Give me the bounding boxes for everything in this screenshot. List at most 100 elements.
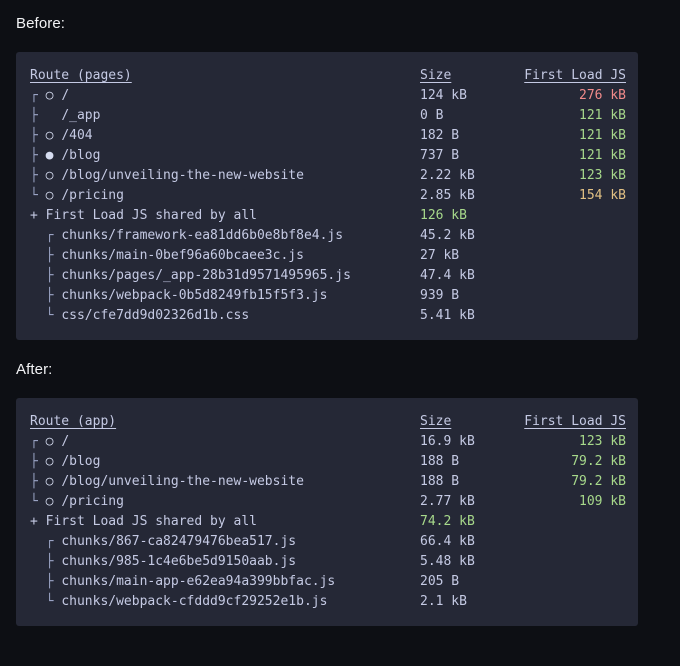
tree-branch-glyph: ├: [30, 148, 38, 163]
route-row: ┌ ○ /16.9 kB 123 kB: [30, 432, 626, 452]
shared-js-size: 74.2 kB: [420, 514, 475, 529]
chunk-cell: ┌ chunks/867-ca82479476bea517.js: [30, 532, 420, 552]
chunk-filename: chunks/webpack-0b5d8249fb15f5f3.js: [61, 288, 328, 303]
route-first-load-js: 121 kB: [579, 148, 626, 163]
tree-branch-glyph: ├: [30, 108, 38, 123]
route-size: 124 kB: [420, 88, 467, 103]
chunk-cell: ┌ chunks/framework-ea81dd6b0e8bf8e4.js: [30, 226, 420, 246]
route-first-load-js: 276 kB: [579, 88, 626, 103]
chunk-row: └ chunks/webpack-cfddd9cf29252e1b.js 2.1 …: [30, 592, 624, 612]
route-size: 2.85 kB: [420, 188, 475, 203]
route-cell: ├ ○ /blog/unveiling-the-new-website: [30, 472, 420, 492]
chunk-filename: chunks/framework-ea81dd6b0e8bf8e4.js: [61, 228, 344, 243]
tree-branch-glyph: ├: [45, 268, 54, 283]
chunk-filename: css/cfe7dd9d02326d1b.css: [61, 308, 250, 323]
chunk-row: ┌ chunks/867-ca82479476bea517.js 66.4 kB: [30, 532, 624, 552]
route-cell: ├ /_app: [30, 106, 420, 126]
column-header-size-label: Size: [420, 68, 452, 83]
chunk-filename: chunks/webpack-cfddd9cf29252e1b.js: [61, 594, 328, 609]
route-row: ┌ ○ /124 kB 276 kB: [30, 86, 626, 106]
shared-js-size: 126 kB: [420, 208, 467, 223]
tree-branch-glyph: ┌: [45, 228, 54, 243]
shared-js-label: First Load JS shared by all: [45, 208, 257, 223]
chunk-row: ├ chunks/985-1c4e6be5d9150aab.js 5.48 kB: [30, 552, 624, 572]
tree-branch-glyph: ├: [45, 288, 54, 303]
plus-icon: +: [30, 514, 38, 529]
column-header-size-label: Size: [420, 414, 452, 429]
route-size: 737 B: [420, 148, 460, 163]
column-header-first-load: First Load JS: [508, 412, 626, 432]
chunk-cell: ├ chunks/main-app-e62ea94a399bbfac.js: [30, 572, 420, 592]
route-first-load-js: 121 kB: [579, 108, 626, 123]
static-hollow-circle-icon: ○: [45, 128, 54, 143]
shared-js-row: + First Load JS shared by all 74.2 kB: [30, 512, 624, 532]
chunk-filename: chunks/pages/_app-28b31d9571495965.js: [61, 268, 351, 283]
chunk-row: ├ chunks/main-app-e62ea94a399bbfac.js 205…: [30, 572, 624, 592]
chunk-cell: ├ chunks/webpack-0b5d8249fb15f5f3.js: [30, 286, 420, 306]
route-row: ├ ○ /blog/unveiling-the-new-website 2.22 …: [30, 166, 626, 186]
route-cell: ├ ● /blog: [30, 146, 420, 166]
chunk-size: 939 B: [420, 288, 460, 303]
route-cell: ┌ ○ /: [30, 86, 420, 106]
route-row: ├ ○ /blog 188 B 79.2 kB: [30, 452, 626, 472]
tree-branch-glyph: ├: [30, 474, 38, 489]
route-path: /_app: [61, 108, 101, 123]
chunk-row: ├ chunks/main-0bef96a60bcaee3c.js 27 kB: [30, 246, 624, 266]
column-header-size: Size: [420, 412, 508, 432]
tree-branch-glyph: ├: [45, 248, 54, 263]
tree-branch-glyph: ├: [30, 128, 38, 143]
chunk-size: 45.2 kB: [420, 228, 475, 243]
route-size: 0 B: [420, 108, 444, 123]
build-output-table: Route (pages) Size First Load JS ┌ ○ /124 k…: [16, 66, 638, 326]
chunk-cell: ├ chunks/pages/_app-28b31d9571495965.js: [30, 266, 420, 286]
route-first-load-js: 121 kB: [579, 128, 626, 143]
route-row: ├ ○ /blog/unveiling-the-new-website 188 B…: [30, 472, 626, 492]
route-first-load-js: 79.2 kB: [571, 454, 626, 469]
static-hollow-circle-icon: ○: [45, 188, 54, 203]
route-row: └ ○ /pricing 2.77 kB 109 kB: [30, 492, 626, 512]
tree-branch-glyph: ┌: [30, 434, 38, 449]
column-header-size: Size: [420, 66, 508, 86]
chunk-row: ┌ chunks/framework-ea81dd6b0e8bf8e4.js 45…: [30, 226, 624, 246]
chunk-size: 2.1 kB: [420, 594, 467, 609]
chunk-size: 47.4 kB: [420, 268, 475, 283]
tree-branch-glyph: └: [45, 308, 54, 323]
tree-branch-glyph: ├: [45, 574, 54, 589]
tree-branch-glyph: └: [30, 494, 38, 509]
column-header-first-load-label: First Load JS: [524, 68, 626, 83]
chunk-size: 205 B: [420, 574, 460, 589]
route-path: /pricing: [61, 494, 124, 509]
route-row: ├ /_app 0 B 121 kB: [30, 106, 626, 126]
plus-icon: +: [30, 208, 38, 223]
build-output-table: Route (app) Size First Load JS ┌ ○ /16.9 kB…: [16, 412, 638, 612]
chunk-row: ├ chunks/pages/_app-28b31d9571495965.js 4…: [30, 266, 624, 286]
route-path: /pricing: [61, 188, 124, 203]
route-size: 2.77 kB: [420, 494, 475, 509]
tree-branch-glyph: ├: [30, 168, 38, 183]
sections-container: Before: Route (pages) Size First Load JS ┌ ○…: [0, 0, 680, 626]
route-path: /: [61, 434, 70, 449]
static-hollow-circle-icon: ○: [45, 474, 54, 489]
route-path: /: [61, 88, 70, 103]
route-row: ├ ● /blog 737 B 121 kB: [30, 146, 626, 166]
route-first-load-js: 109 kB: [579, 494, 626, 509]
route-cell: ├ ○ /404: [30, 126, 420, 146]
shared-js-cell: + First Load JS shared by all: [30, 206, 420, 226]
chunk-row: └ css/cfe7dd9d02326d1b.css 5.41 kB: [30, 306, 624, 326]
column-header-route-label: Route (app): [30, 414, 117, 429]
route-row: ├ ○ /404 182 B 121 kB: [30, 126, 626, 146]
static-hollow-circle-icon: ○: [45, 454, 54, 469]
before-label: Before:: [16, 15, 66, 32]
route-cell: ├ ○ /blog: [30, 452, 420, 472]
route-row: └ ○ /pricing 2.85 kB 154 kB: [30, 186, 626, 206]
route-cell: ├ ○ /blog/unveiling-the-new-website: [30, 166, 420, 186]
tree-branch-glyph: ├: [30, 454, 38, 469]
tree-branch-glyph: ┌: [30, 88, 38, 103]
static-hollow-circle-icon: ○: [45, 494, 54, 509]
chunk-row: ├ chunks/webpack-0b5d8249fb15f5f3.js 939 …: [30, 286, 624, 306]
route-size: 2.22 kB: [420, 168, 475, 183]
route-path: /blog/unveiling-the-new-website: [61, 168, 304, 183]
ssg-filled-circle-icon: ●: [45, 148, 54, 163]
tree-branch-glyph: └: [30, 188, 38, 203]
route-cell: ┌ ○ /: [30, 432, 420, 452]
